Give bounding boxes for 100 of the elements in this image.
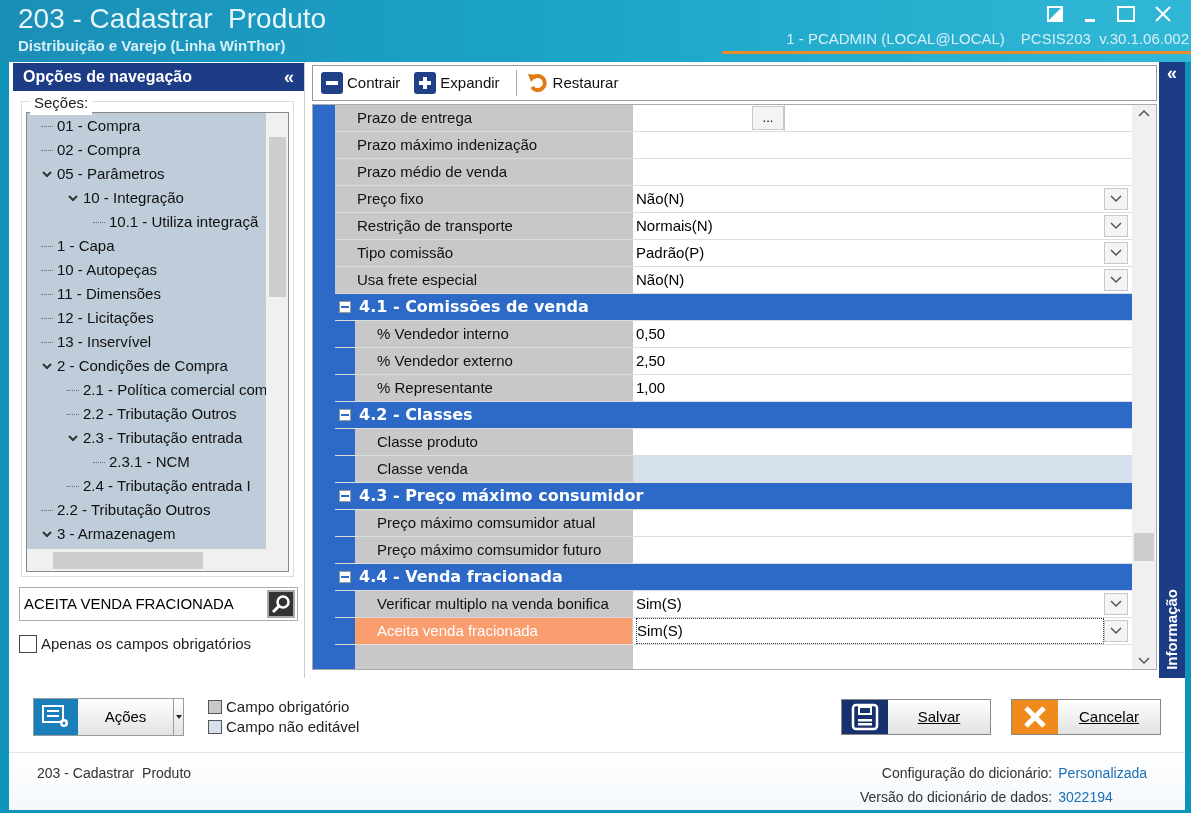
search-input[interactable]: ACEITA VENDA FRACIONADA xyxy=(24,592,267,616)
chevron-down-icon xyxy=(1110,276,1122,284)
chevron-down-icon[interactable] xyxy=(67,432,79,444)
window-subtitle: Distribuição e Varejo (Linha WinThor) xyxy=(18,36,287,56)
section-header[interactable]: 4.4 - Venda fracionada xyxy=(335,564,1132,591)
collapse-icon[interactable] xyxy=(339,301,351,313)
chevron-down-icon xyxy=(1110,600,1122,608)
status-title: 203 - Cadastrar Produto xyxy=(37,764,192,783)
dropdown-button[interactable] xyxy=(1104,242,1128,264)
scrollbar-thumb[interactable] xyxy=(268,137,286,297)
undo-icon xyxy=(526,72,549,94)
collapse-button[interactable]: « xyxy=(284,68,294,86)
tree-item[interactable]: 10.1 - Utiliza integraçã xyxy=(109,210,259,234)
actions-button[interactable]: Ações xyxy=(33,698,184,736)
section-title: 4.2 - Classes xyxy=(359,404,473,426)
vertical-scrollbar[interactable] xyxy=(1132,105,1156,669)
minus-icon xyxy=(321,72,343,94)
tree-item[interactable]: 2.1 - Política comercial com xyxy=(83,378,266,402)
ellipsis-button[interactable]: ... xyxy=(752,106,784,130)
tree-item[interactable]: 2.3.1 - NCM xyxy=(109,450,190,474)
checkbox[interactable] xyxy=(19,635,37,654)
group-indent xyxy=(335,456,355,482)
property-label: Preço máximo comsumidor futuro xyxy=(355,537,632,563)
panel-title: Opções de navegação xyxy=(23,67,192,87)
property-label: Restrição de transporte xyxy=(335,213,632,239)
property-label: Prazo máximo indenização xyxy=(335,132,632,158)
dropdown-button[interactable] xyxy=(1104,620,1128,642)
tree-item[interactable]: 10 - Integração xyxy=(83,186,184,210)
legend-swatch xyxy=(208,700,222,714)
chevron-down-icon[interactable] xyxy=(41,528,53,540)
section-header[interactable]: 4.3 - Preço máximo consumidor xyxy=(335,483,1132,510)
collapse-button[interactable]: « xyxy=(1167,64,1177,82)
close-icon[interactable] xyxy=(1155,6,1171,22)
section-title: 4.4 - Venda fracionada xyxy=(359,566,563,588)
vertical-scrollbar[interactable] xyxy=(266,113,288,549)
cancel-button[interactable]: Cancelar xyxy=(1011,699,1161,735)
tree-item[interactable]: 2 - Condições de Compra xyxy=(57,354,228,378)
tree-item[interactable]: 02 - Compra xyxy=(57,138,141,162)
chevron-down-icon[interactable] xyxy=(41,360,53,372)
toolbar-button[interactable]: Contrair xyxy=(321,71,401,95)
list-gear-icon xyxy=(42,705,70,729)
tree-item[interactable]: 2.2 - Tributação Outros xyxy=(57,498,211,522)
chevron-down-icon xyxy=(1110,627,1122,635)
maximize-icon[interactable] xyxy=(1117,6,1135,22)
section-header[interactable]: 4.1 - Comissões de venda xyxy=(335,294,1132,321)
tree-item[interactable]: 05 - Parâmetros xyxy=(57,162,165,186)
version-label: Versão do dicionário de dados: xyxy=(860,787,1053,807)
group-indent xyxy=(335,429,355,455)
property-label: Prazo de entrega xyxy=(335,105,632,131)
collapse-icon[interactable] xyxy=(339,409,351,421)
chevron-down-icon xyxy=(1110,249,1122,257)
actions-label: Ações xyxy=(103,706,148,727)
property-label: % Vendedor interno xyxy=(355,321,632,347)
info-panel-label: Informação xyxy=(1161,589,1181,670)
tree-item[interactable]: 2.4 - Tributação entrada I xyxy=(83,474,251,498)
chevron-down-icon[interactable] xyxy=(41,168,53,180)
search-button[interactable] xyxy=(267,590,295,618)
caret-icon[interactable] xyxy=(175,715,182,719)
dropdown-button[interactable] xyxy=(1104,215,1128,237)
collapse-icon[interactable] xyxy=(339,571,351,583)
tree-item[interactable]: 2.2 - Tributação Outros xyxy=(83,402,237,426)
section-title: 4.3 - Preço máximo consumidor xyxy=(359,485,644,507)
tree-item[interactable]: 11 - Dimensões xyxy=(57,282,161,306)
tree-item[interactable]: 3 - Armazenagem xyxy=(57,522,176,546)
chevron-up-icon[interactable] xyxy=(1138,109,1150,117)
horizontal-scrollbar[interactable] xyxy=(27,549,288,571)
section-header[interactable]: 4.2 - Classes xyxy=(335,402,1132,429)
tree-item[interactable]: 13 - Inservível xyxy=(57,330,152,354)
scrollbar-thumb[interactable] xyxy=(1134,533,1154,561)
tree-item[interactable]: 1 - Capa xyxy=(57,234,115,258)
tree-item[interactable]: 10 - Autopeças xyxy=(57,258,158,282)
group-indent xyxy=(335,591,355,617)
group-indent xyxy=(335,348,355,374)
property-label: Preço máximo comsumidor atual xyxy=(355,510,632,536)
dropdown-button[interactable] xyxy=(1104,269,1128,291)
property-label: % Vendedor externo xyxy=(355,348,632,374)
info-panel[interactable]: « Informação xyxy=(1159,62,1185,678)
section-title: 4.1 - Comissões de venda xyxy=(359,296,589,318)
tree-item[interactable]: 2.3 - Tributação entrada xyxy=(83,426,243,450)
restore-icon[interactable] xyxy=(1047,6,1063,22)
tree-item[interactable]: 12 - Licitações xyxy=(57,306,154,330)
property-label: Verificar multiplo na venda bonifica xyxy=(355,591,632,617)
dropdown-button[interactable] xyxy=(1104,188,1128,210)
property-label: Tipo comissão xyxy=(335,240,632,266)
group-indent xyxy=(335,510,355,536)
chevron-down-icon[interactable] xyxy=(67,192,79,204)
chevron-down-icon[interactable] xyxy=(1138,657,1150,665)
version-info: PCSIS203 v.30.1.06.002 xyxy=(1020,29,1189,49)
search-field[interactable]: ACEITA VENDA FRACIONADA xyxy=(19,587,298,621)
tree-item[interactable]: 01 - Compra xyxy=(57,114,141,138)
toolbar-button[interactable]: Restaurar xyxy=(526,71,619,95)
save-button[interactable]: Salvar xyxy=(841,699,991,735)
dropdown-button[interactable] xyxy=(1104,593,1128,615)
search-icon xyxy=(271,594,291,614)
toolbar-button[interactable]: Expandir xyxy=(414,71,500,95)
property-label: Classe produto xyxy=(355,429,632,455)
scrollbar-thumb[interactable] xyxy=(53,551,203,569)
property-label: Preço fixo xyxy=(335,186,632,212)
legend-label: Campo obrigatório xyxy=(226,697,350,717)
collapse-icon[interactable] xyxy=(339,490,351,502)
